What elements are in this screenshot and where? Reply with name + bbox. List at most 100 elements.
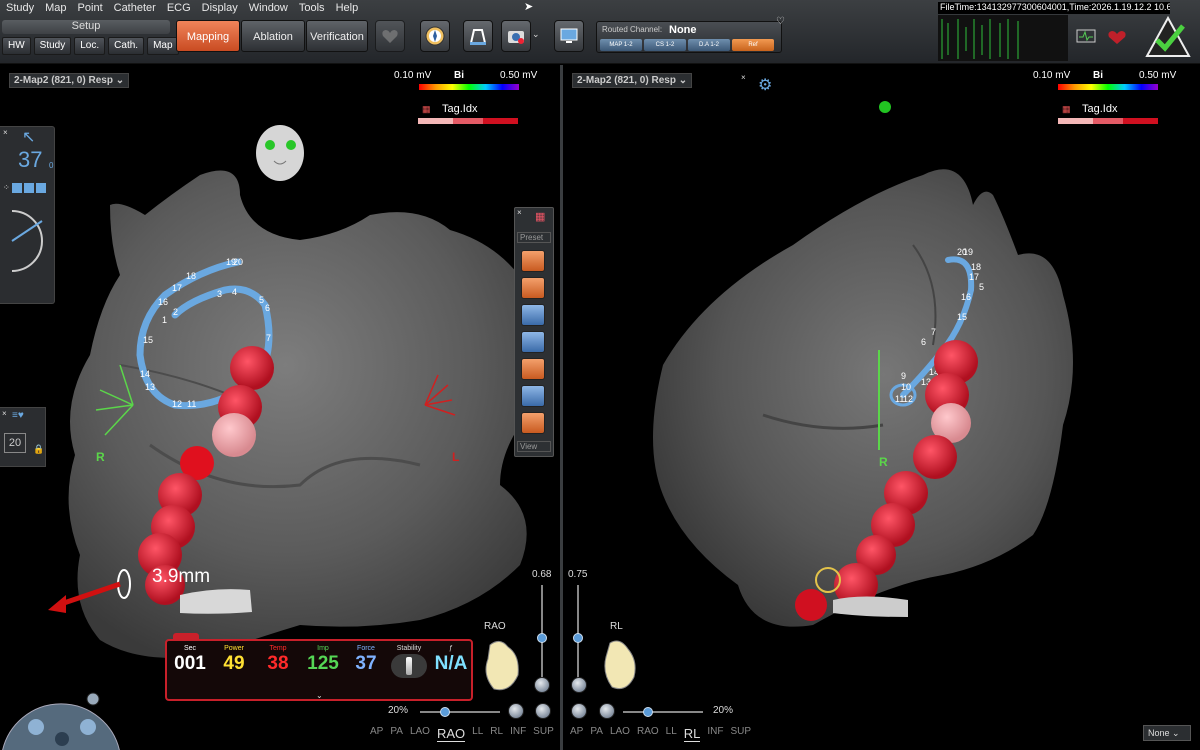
preset-select[interactable]: Preset [517,232,551,243]
preset-tool-4[interactable] [521,331,545,353]
view-ap[interactable]: AP [370,726,383,742]
gear-icon[interactable]: ⚙ [758,75,772,95]
compass-tool-button[interactable] [420,20,450,52]
distance-readout: 3.9mm [152,566,211,587]
chevron-down-icon[interactable]: ⌄ [532,29,540,40]
view-inf[interactable]: INF [707,726,723,742]
joystick-control[interactable] [0,685,123,750]
view-lao[interactable]: LAO [410,726,430,742]
left-reset-button[interactable] [534,677,550,693]
colorbar-title: Bi [454,70,464,81]
view-sup[interactable]: SUP [533,726,554,742]
snapshot-button[interactable] [501,20,531,52]
rotation-dial[interactable] [2,201,52,281]
view-rao[interactable]: RAO [637,726,659,742]
right-reset-button[interactable] [571,677,587,693]
setup-tab-cath[interactable]: Cath. [108,37,145,55]
right-heart-orientation-icon [604,640,636,690]
colorbar-title: Bi [1093,70,1103,81]
setup-tab-map[interactable]: Map [147,37,179,55]
chip-ref[interactable]: Ref [732,39,774,51]
verification-mode-button[interactable]: Verification [306,20,368,52]
right-refresh-button[interactable] [571,703,587,719]
menu-point[interactable]: Point [72,0,108,16]
right-zoom-slider[interactable] [623,711,703,713]
panel-tab[interactable] [173,633,199,641]
arch-icon [470,29,486,45]
view-rl[interactable]: RL [683,726,701,742]
view-ll[interactable]: LL [666,726,677,742]
view-rl[interactable]: RL [490,726,503,742]
chip-cs[interactable]: CS 1-2 [644,39,686,51]
monitor-status-icon[interactable] [1076,28,1098,46]
grid-icon[interactable]: ▦ [535,210,545,223]
catheter-view-button[interactable] [463,20,493,52]
routed-channel-value[interactable]: None [669,24,697,36]
view-ll[interactable]: LL [472,726,483,742]
heart-chat-icon[interactable]: ♡ [776,16,785,27]
close-icon[interactable]: × [3,128,8,137]
right-slider-knob[interactable] [573,633,583,643]
menu-window[interactable]: Window [243,0,293,16]
menu-catheter[interactable]: Catheter [108,0,161,16]
left-slider-knob[interactable] [537,633,547,643]
view-sup[interactable]: SUP [731,726,752,742]
menu-map[interactable]: Map [39,0,71,16]
close-icon[interactable]: × [741,73,746,82]
chip-map[interactable]: MAP 1-2 [600,39,642,51]
zoom-level-box[interactable]: 20 [4,433,26,453]
preset-tool-3[interactable] [521,304,545,326]
chip-da[interactable]: D.A 1-2 [688,39,730,51]
view-inf[interactable]: INF [510,726,526,742]
chevron-down-icon[interactable]: ⌄ [316,691,323,700]
left-zoom-slider[interactable] [420,711,500,713]
preset-tool-2[interactable] [521,277,545,299]
ablation-mode-button[interactable]: Ablation [241,20,305,52]
view-pa[interactable]: PA [590,726,603,742]
preset-tool-1[interactable] [521,250,545,272]
left-3d-viewport[interactable]: 19 20 18 17 16 15 14 13 12 11 1 2 3 4 5 … [0,65,560,750]
right-sphere-button[interactable] [599,703,615,719]
right-3d-viewport[interactable]: 20 19 18 17 5 16 15 7 6 14 13 10 9 12 11 [563,65,1200,750]
preset-tool-5[interactable] [521,358,545,380]
grid-toggle-icon[interactable]: ⁘ [3,183,10,192]
menu-tools[interactable]: Tools [293,0,330,16]
left-map-select[interactable]: 2-Map2 (821, 0) Resp ⌄ [9,73,130,88]
abl-stability-label: Stability [396,645,422,652]
view-ap[interactable]: AP [570,726,583,742]
close-icon[interactable]: × [517,208,522,217]
heart-list-icon[interactable]: ≡♥ [12,410,24,421]
abl-stability: Stability [389,641,429,678]
tag-legend-bar [1058,118,1158,124]
heart-tool-button[interactable] [375,20,405,52]
left-sphere-button[interactable] [508,703,524,719]
menu-display[interactable]: Display [196,0,243,16]
right-map-select[interactable]: 2-Map2 (821, 0) Resp ⌄ [572,73,693,88]
confirm-check-button[interactable] [1143,14,1193,60]
electrode-label: 15 [957,312,967,322]
mapping-mode-button[interactable]: Mapping [176,20,240,52]
left-refresh-button[interactable] [535,703,551,719]
menu-study[interactable]: Study [0,0,39,16]
preset-tool-6[interactable] [521,385,545,407]
lock-icon[interactable]: 🔒 [33,444,44,455]
setup-tab-loc[interactable]: Loc. [74,37,106,55]
right-zoom-knob[interactable] [643,707,653,717]
setup-tab-study[interactable]: Study [33,37,72,55]
setup-tab-hw[interactable]: HW [2,37,31,55]
close-icon[interactable]: × [2,409,7,418]
view-select[interactable]: View [517,441,551,452]
heart-status-icon[interactable] [1106,28,1128,46]
display-config-button[interactable] [554,20,584,52]
left-zoom-knob[interactable] [440,707,450,717]
menu-help[interactable]: Help [330,0,364,16]
view-lao[interactable]: LAO [610,726,630,742]
view-pa[interactable]: PA [390,726,403,742]
layout-buttons[interactable] [12,183,46,193]
abl-sec: Sec 001 [171,641,209,675]
preset-tool-7[interactable] [521,412,545,434]
menu-ecg[interactable]: ECG [161,0,196,16]
view-rao[interactable]: RAO [436,726,466,742]
electrode-label: 15 [143,335,153,345]
right-layer-dropdown[interactable]: None ⌄ [1143,725,1191,741]
